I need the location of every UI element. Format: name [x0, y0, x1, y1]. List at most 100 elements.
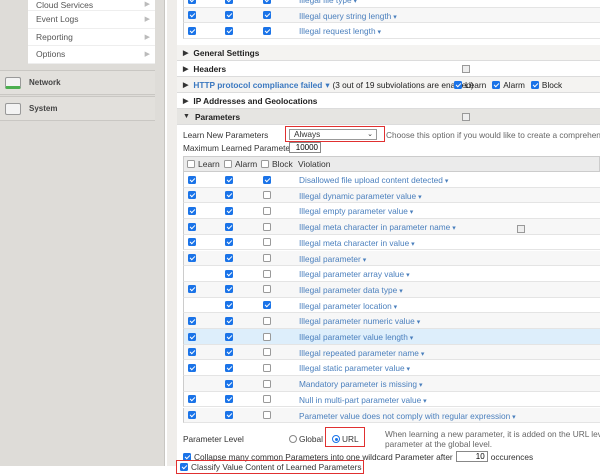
submenu-item-cloud-services[interactable]: Cloud Services ▶ [28, 0, 155, 11]
alarm-checkbox[interactable] [225, 411, 233, 419]
learn-checkbox[interactable] [188, 238, 196, 247]
learn-checkbox[interactable] [188, 191, 196, 200]
alarm-checkbox[interactable] [225, 238, 233, 247]
learn-checkbox[interactable] [188, 363, 196, 372]
section-general-settings[interactable]: ▶ General Settings [177, 45, 600, 61]
alarm-checkbox[interactable] [225, 191, 233, 200]
popout-icon[interactable] [462, 64, 470, 73]
violation-link[interactable]: Illegal parameter array value [299, 269, 410, 279]
header-block: Block [272, 158, 293, 169]
block-checkbox[interactable] [263, 316, 271, 325]
block-checkbox[interactable] [263, 285, 271, 294]
block-checkbox[interactable] [263, 26, 271, 35]
block-checkbox[interactable] [263, 11, 271, 20]
violation-link[interactable]: Illegal repeated parameter name [299, 348, 424, 358]
block-checkbox[interactable] [263, 254, 271, 262]
learn-checkbox[interactable] [188, 254, 196, 262]
submenu-item-options[interactable]: Options ▶ [28, 46, 155, 64]
popout-icon[interactable] [462, 112, 470, 121]
section-parameters[interactable]: ▼ Parameters [177, 109, 600, 125]
popout-icon[interactable] [517, 225, 525, 233]
violation-link[interactable]: Illegal meta character in parameter name [299, 222, 456, 232]
block-checkbox[interactable] [263, 411, 271, 419]
submenu-item-event-logs[interactable]: Event Logs ▶ [28, 11, 155, 29]
block-checkbox[interactable] [263, 348, 271, 357]
alarm-checkbox[interactable] [225, 363, 233, 372]
violation-link[interactable]: Illegal parameter [299, 254, 366, 264]
learn-checkbox[interactable] [188, 0, 196, 4]
block-checkbox[interactable] [263, 0, 271, 4]
violation-link[interactable]: Illegal parameter numeric value [299, 316, 420, 326]
alarm-checkbox[interactable] [225, 301, 233, 310]
alarm-checkbox[interactable] [225, 254, 233, 262]
violation-link[interactable]: Illegal parameter data type [299, 285, 403, 295]
violation-link[interactable]: Illegal empty parameter value [299, 206, 413, 216]
alarm-checkbox[interactable] [225, 269, 233, 278]
nav-network[interactable]: Network [0, 70, 155, 95]
violation-link[interactable]: Null in multi-part parameter value [299, 395, 427, 405]
block-checkbox[interactable] [263, 395, 271, 404]
block-checkbox[interactable] [263, 175, 271, 184]
violation-link[interactable]: Illegal parameter location [299, 301, 397, 311]
learn-checkbox[interactable] [188, 316, 196, 325]
nav-system[interactable]: System [0, 96, 155, 121]
alarm-checkbox[interactable] [225, 26, 233, 35]
learn-checkbox[interactable] [188, 395, 196, 404]
alarm-checkbox[interactable] [225, 395, 233, 404]
block-checkbox[interactable] [263, 269, 271, 278]
violation-link[interactable]: Illegal file type [299, 0, 357, 5]
learn-checkbox[interactable] [188, 332, 196, 341]
block-checkbox[interactable] [263, 332, 271, 341]
alarm-checkbox[interactable] [225, 285, 233, 294]
select-all-alarm-checkbox[interactable] [224, 159, 232, 168]
level-global-option[interactable]: Global [289, 434, 323, 444]
alarm-checkbox[interactable] [225, 175, 233, 184]
learn-checkbox[interactable] [188, 26, 196, 35]
alarm-checkbox[interactable] [225, 379, 233, 388]
http-alarm-checkbox[interactable] [492, 80, 501, 89]
violation-link[interactable]: Mandatory parameter is missing [299, 379, 423, 389]
alarm-checkbox[interactable] [225, 0, 233, 4]
learn-checkbox[interactable] [188, 175, 196, 184]
submenu-item-reporting[interactable]: Reporting ▶ [28, 29, 155, 46]
section-http-compliance[interactable]: ▶ HTTP protocol compliance failed ▾ (3 out … [177, 77, 600, 93]
http-block-checkbox[interactable] [530, 80, 539, 89]
violation-link[interactable]: Illegal dynamic parameter value [299, 191, 422, 201]
block-checkbox[interactable] [263, 238, 271, 247]
select-all-learn-checkbox[interactable] [187, 159, 195, 168]
max-learned-input[interactable] [289, 142, 321, 153]
select-all-block-checkbox[interactable] [261, 159, 269, 168]
collapse-threshold-input[interactable] [455, 451, 488, 462]
violation-link[interactable]: Illegal meta character in value [299, 238, 415, 248]
learn-checkbox[interactable] [188, 11, 196, 20]
alarm-checkbox[interactable] [225, 332, 233, 341]
block-checkbox[interactable] [263, 206, 271, 215]
block-checkbox[interactable] [263, 379, 271, 388]
violation-link[interactable]: Illegal parameter value length [299, 332, 413, 342]
section-ip-geolocations[interactable]: ▶ IP Addresses and Geolocations [177, 93, 600, 109]
block-checkbox[interactable] [263, 363, 271, 372]
learn-checkbox[interactable] [188, 206, 196, 215]
dropdown-icon[interactable]: ▾ [325, 80, 329, 90]
violation-link[interactable]: Parameter value does not comply with reg… [299, 411, 516, 421]
alarm-checkbox[interactable] [225, 222, 233, 231]
violation-link[interactable]: Illegal static parameter value [299, 363, 410, 373]
http-learn-checkbox[interactable] [454, 80, 462, 89]
global-radio[interactable] [289, 435, 297, 443]
learn-checkbox[interactable] [188, 285, 196, 294]
section-title[interactable]: HTTP protocol compliance failed [193, 80, 322, 90]
alarm-checkbox[interactable] [225, 348, 233, 357]
alarm-checkbox[interactable] [225, 11, 233, 20]
block-checkbox[interactable] [263, 191, 271, 200]
block-checkbox[interactable] [263, 222, 271, 231]
learn-checkbox[interactable] [188, 348, 196, 357]
violation-link[interactable]: Disallowed file upload content detected [299, 175, 448, 185]
alarm-checkbox[interactable] [225, 316, 233, 325]
learn-checkbox[interactable] [188, 222, 196, 231]
section-headers[interactable]: ▶ Headers [177, 61, 600, 77]
violation-link[interactable]: Illegal query string length [299, 11, 397, 21]
alarm-checkbox[interactable] [225, 206, 233, 215]
violation-link[interactable]: Illegal request length [299, 26, 381, 36]
block-checkbox[interactable] [263, 301, 271, 310]
learn-checkbox[interactable] [188, 411, 196, 419]
